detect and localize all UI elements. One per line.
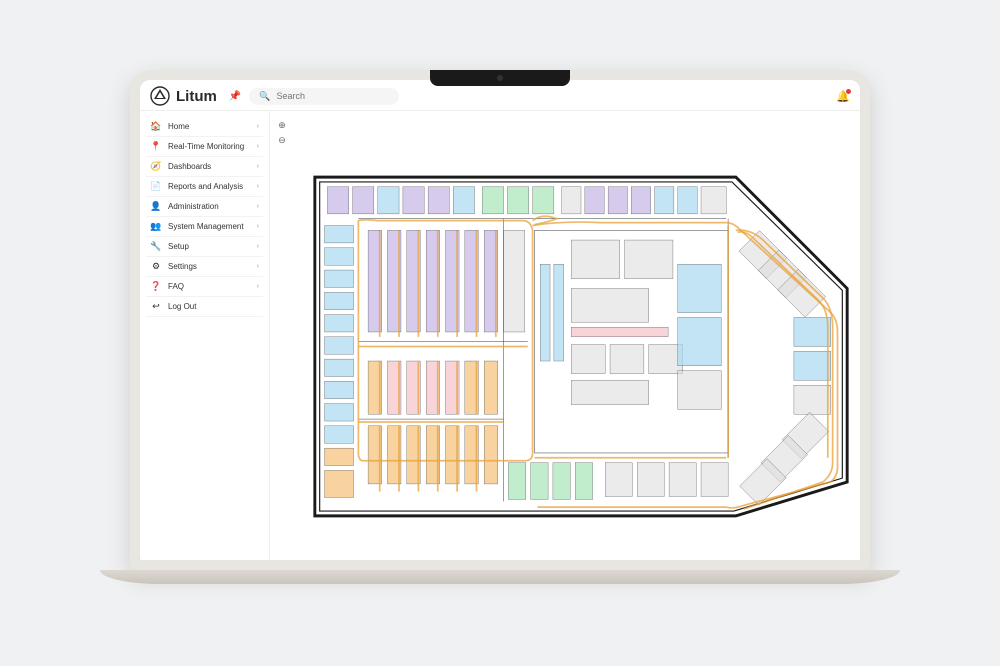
sidebar-item-home[interactable]: 🏠 Home ›: [146, 117, 263, 137]
main-area: ⊕ ⊖: [270, 111, 860, 560]
laptop-base: [100, 570, 900, 584]
system-icon: 👥: [150, 221, 162, 232]
sidebar-item-label: Home: [168, 122, 251, 131]
laptop-frame: Litum 📌 🔍 🔔 ◀ 🏠 Home ›: [130, 70, 870, 570]
sidebar-item-label: Real-Time Monitoring: [168, 142, 251, 151]
sidebar-item-label: Settings: [168, 262, 251, 271]
gauge-icon: 🧭: [150, 161, 162, 172]
sidebar-item-faq[interactable]: ❓ FAQ ›: [146, 277, 263, 297]
sidebar-item-administration[interactable]: 👤 Administration ›: [146, 197, 263, 217]
sidebar-item-logout[interactable]: ↩ Log Out: [146, 297, 263, 317]
sidebar-item-label: Reports and Analysis: [168, 182, 251, 191]
zoom-out-button[interactable]: ⊖: [276, 134, 288, 146]
chevron-right-icon: ›: [257, 243, 259, 250]
zone-top-row: [327, 187, 726, 214]
sidebar: ◀ 🏠 Home › 📍 Real-Time Monitoring › 🧭 Da…: [140, 111, 270, 560]
floorplan-canvas[interactable]: [310, 141, 852, 552]
sidebar-item-label: Log Out: [168, 302, 259, 311]
sidebar-item-label: FAQ: [168, 282, 251, 291]
zoom-in-button[interactable]: ⊕: [276, 119, 288, 131]
app-body: ◀ 🏠 Home › 📍 Real-Time Monitoring › 🧭 Da…: [140, 111, 860, 560]
search-wrap: 🔍: [249, 88, 828, 105]
zone-purple-racks: [368, 230, 525, 332]
chevron-right-icon: ›: [257, 283, 259, 290]
app-screen: Litum 📌 🔍 🔔 ◀ 🏠 Home ›: [140, 80, 860, 560]
floorplan-svg: [310, 141, 852, 552]
admin-icon: 👤: [150, 201, 162, 212]
sidebar-item-system-management[interactable]: 👥 System Management ›: [146, 217, 263, 237]
zone-orange-racks: [368, 426, 498, 484]
brand-logo-icon: [150, 86, 170, 106]
chevron-right-icon: ›: [257, 123, 259, 130]
chevron-right-icon: ›: [257, 183, 259, 190]
chevron-right-icon: ›: [257, 163, 259, 170]
brand: Litum: [150, 86, 217, 106]
brand-name: Litum: [176, 88, 217, 105]
sidebar-item-label: System Management: [168, 222, 251, 231]
wrench-icon: 🔧: [150, 241, 162, 252]
sidebar-item-settings[interactable]: ⚙ Settings ›: [146, 257, 263, 277]
notification-dot: [846, 89, 851, 94]
zone-bottom-right: [605, 463, 728, 497]
sidebar-item-setup[interactable]: 🔧 Setup ›: [146, 237, 263, 257]
sidebar-item-dashboards[interactable]: 🧭 Dashboards ›: [146, 157, 263, 177]
pin-tack-icon[interactable]: 📌: [229, 91, 241, 102]
question-icon: ❓: [150, 281, 162, 292]
notifications-button[interactable]: 🔔: [836, 90, 850, 103]
gear-icon: ⚙: [150, 261, 162, 272]
chevron-right-icon: ›: [257, 203, 259, 210]
search-icon: 🔍: [259, 91, 270, 102]
chevron-right-icon: ›: [257, 143, 259, 150]
search-input[interactable]: [277, 91, 394, 101]
chevron-right-icon: ›: [257, 263, 259, 270]
sidebar-item-label: Administration: [168, 202, 251, 211]
sidebar-item-label: Setup: [168, 242, 251, 251]
zone-central-offices: [535, 230, 729, 453]
laptop-notch: [430, 70, 570, 86]
sidebar-item-reports[interactable]: 📄 Reports and Analysis ›: [146, 177, 263, 197]
pin-icon: 📍: [150, 141, 162, 152]
sidebar-item-realtime[interactable]: 📍 Real-Time Monitoring ›: [146, 137, 263, 157]
logout-icon: ↩: [150, 301, 162, 312]
sidebar-item-label: Dashboards: [168, 162, 251, 171]
search-box[interactable]: 🔍: [249, 88, 399, 105]
chevron-right-icon: ›: [257, 223, 259, 230]
zone-bottom-green: [508, 463, 592, 500]
zone-left-strip: [325, 226, 354, 498]
zone-pink-racks: [368, 361, 498, 414]
zoom-controls: ⊕ ⊖: [276, 119, 288, 146]
report-icon: 📄: [150, 181, 162, 192]
home-icon: 🏠: [150, 121, 162, 132]
